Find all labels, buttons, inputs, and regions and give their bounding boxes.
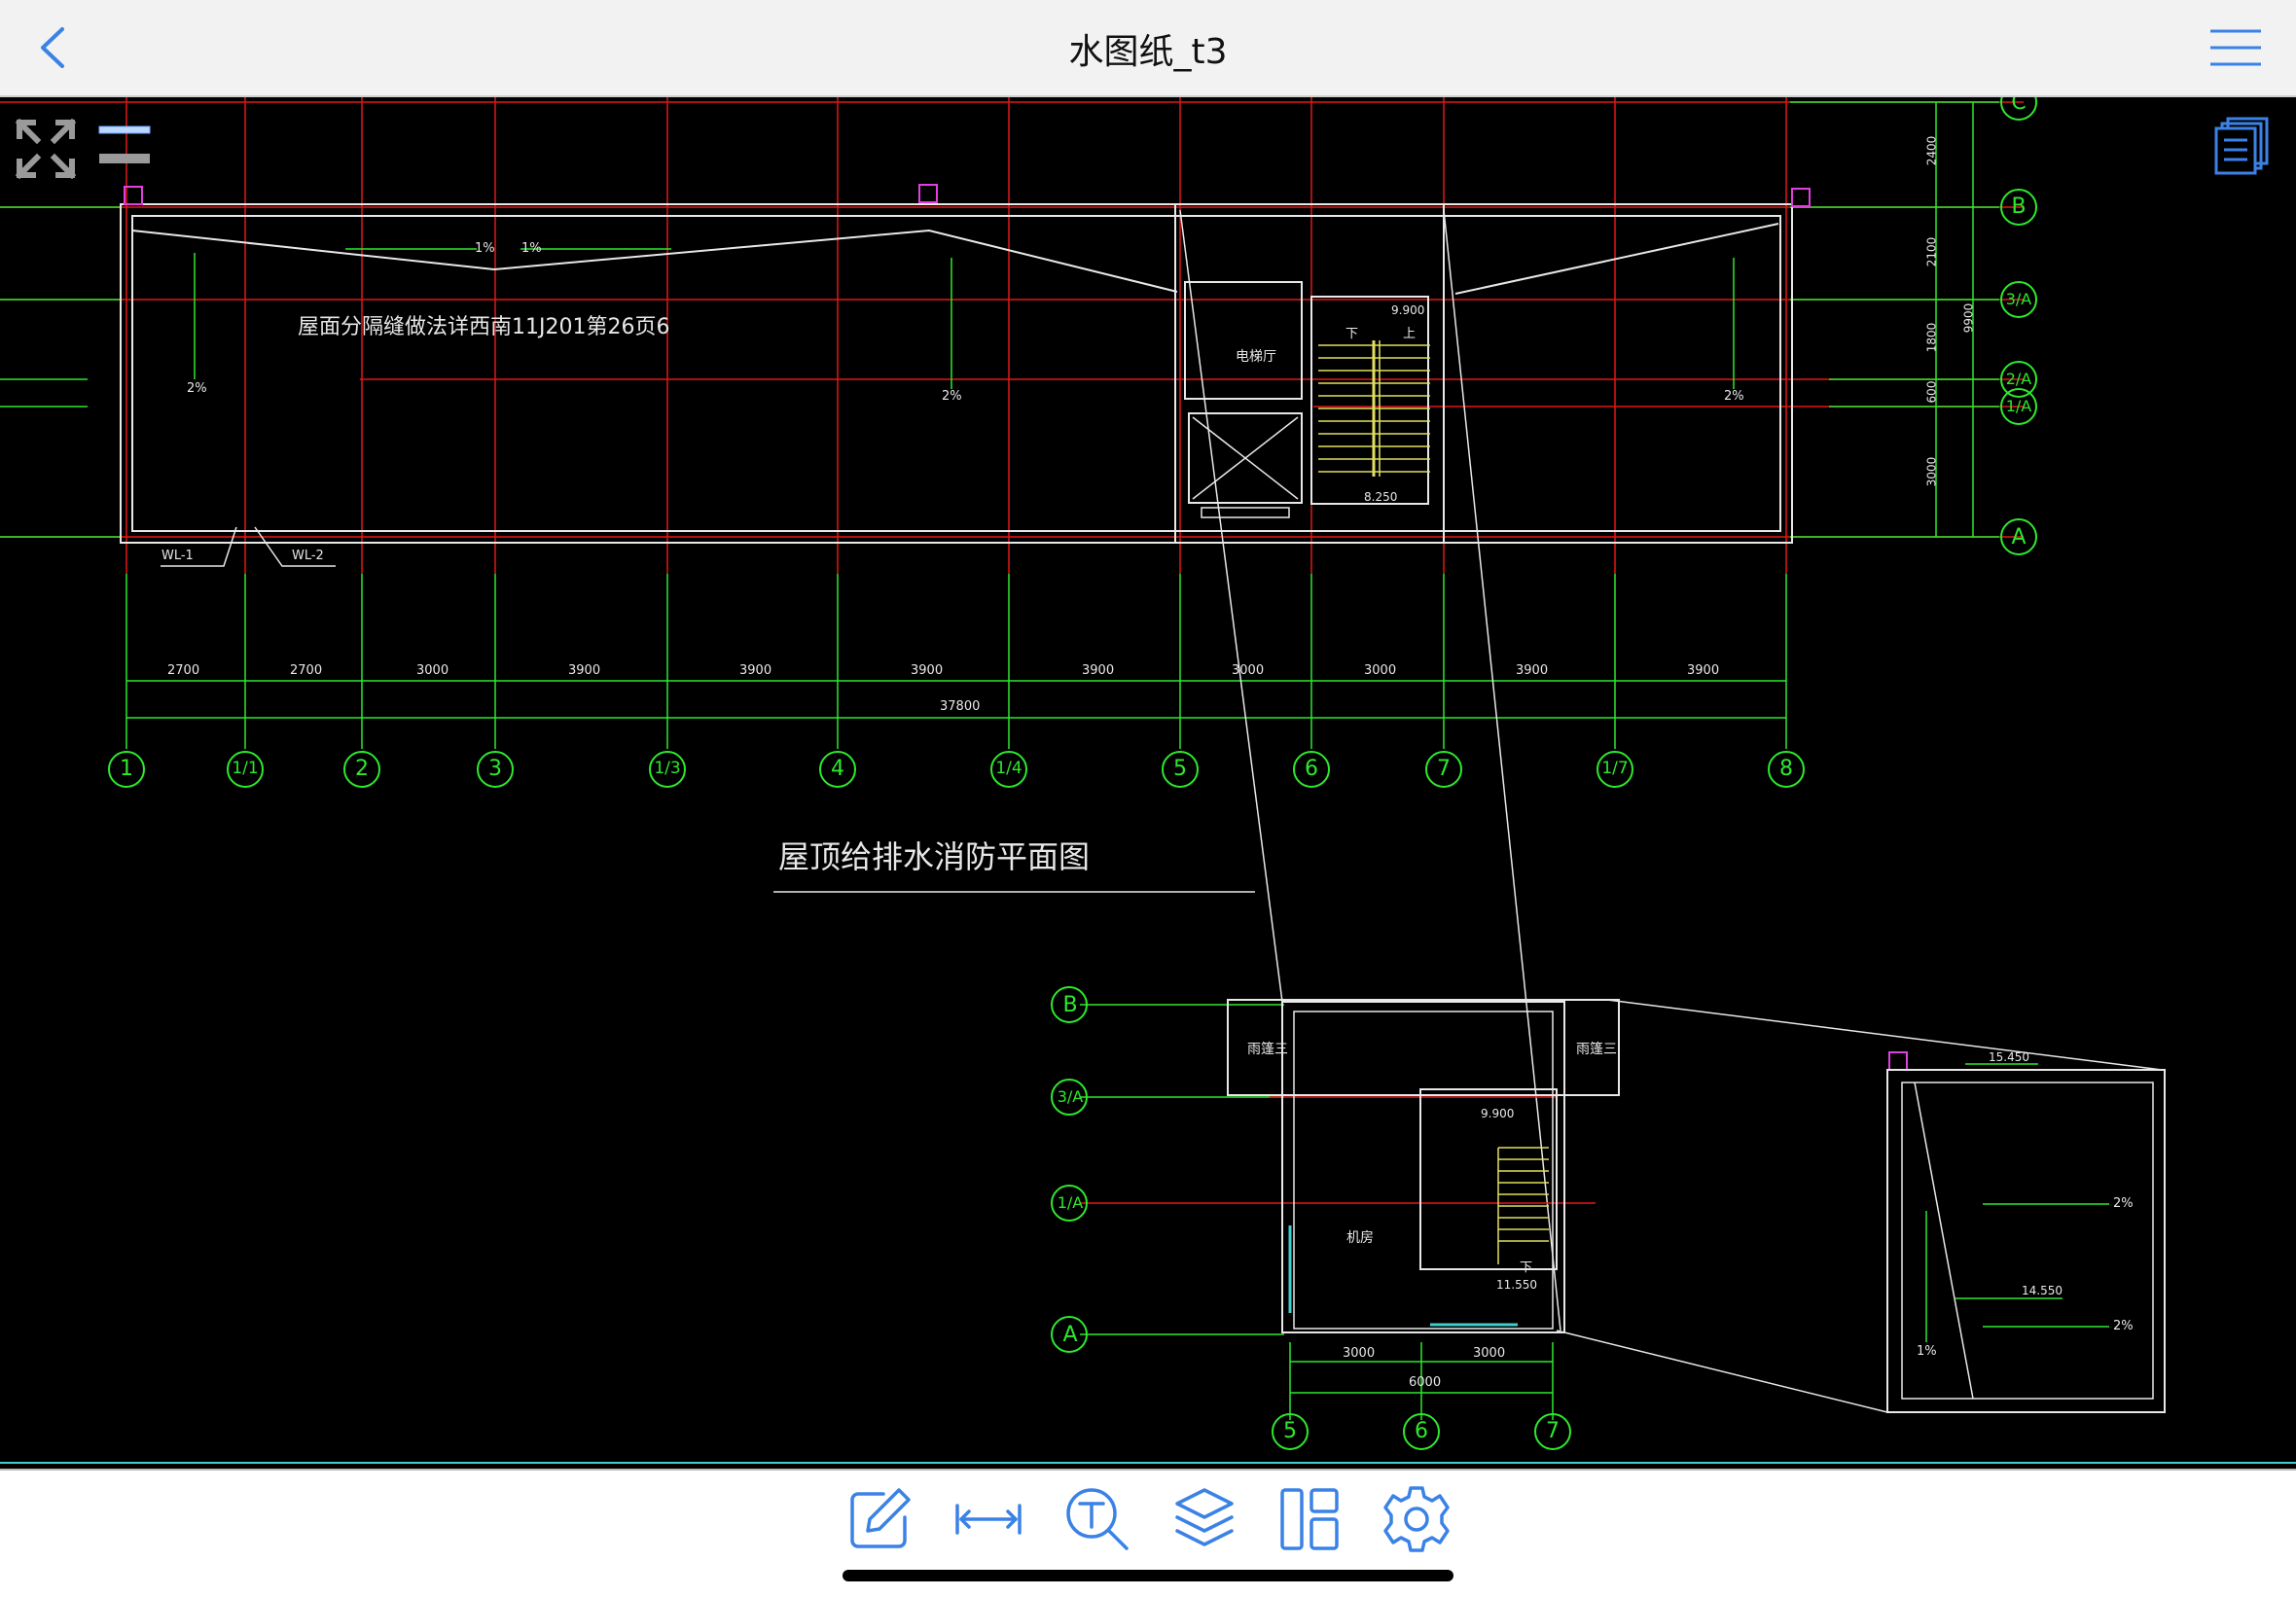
expand-arrows-icon[interactable] xyxy=(14,117,78,181)
axis-label: 1/4 xyxy=(995,759,1022,778)
roof-note: 屋面分隔缝做法详西南11J201第26页6 xyxy=(298,315,670,339)
layers-icon[interactable] xyxy=(1169,1484,1239,1554)
dim-total: 9900 xyxy=(1961,302,1976,334)
dim-total: 37800 xyxy=(940,699,981,714)
axis-label: 3/A xyxy=(2005,290,2032,308)
slope-label: 1% xyxy=(521,241,542,256)
dim-label: 3900 xyxy=(1516,663,1549,678)
dim-label: 3000 xyxy=(1924,456,1939,487)
dim-label: 1800 xyxy=(1924,322,1939,353)
text-search-icon[interactable] xyxy=(1062,1484,1132,1554)
axis-label: 3 xyxy=(488,757,502,781)
pipe-label: WL-1 xyxy=(161,549,194,563)
elevation-label: 11.550 xyxy=(1496,1278,1537,1292)
dim-label: 3000 xyxy=(1343,1346,1376,1361)
dim-label: 3000 xyxy=(1232,663,1265,678)
stair-label: 下 xyxy=(1345,327,1359,341)
documents-stack-icon[interactable] xyxy=(2212,115,2273,175)
axis-label: 1 xyxy=(120,757,133,781)
slope-label: 2% xyxy=(942,389,962,404)
axis-label: 1/7 xyxy=(1601,759,1629,778)
stair-label: 下 xyxy=(1520,1260,1533,1275)
home-indicator[interactable] xyxy=(843,1570,1453,1581)
axis-label: 6 xyxy=(1305,757,1318,781)
elevation-label: 9.900 xyxy=(1391,303,1425,317)
axis-label: 8 xyxy=(1779,757,1793,781)
dim-label: 2400 xyxy=(1924,135,1939,166)
axis-label: 4 xyxy=(831,757,844,781)
axis-label: 3/A xyxy=(1057,1087,1084,1106)
axis-label: A xyxy=(1062,1323,1078,1347)
drawing-labels: 屋面分隔缝做法详西南11J201第26页6 屋顶给排水消防平面图 1 1/1 2… xyxy=(0,97,2296,1443)
axis-label: 1/3 xyxy=(654,759,681,778)
edit-icon[interactable] xyxy=(844,1484,915,1554)
axis-label: 7 xyxy=(1546,1419,1560,1443)
settings-gear-icon[interactable] xyxy=(1381,1484,1452,1554)
stair-label: 上 xyxy=(1403,327,1417,341)
drawing-canvas[interactable]: 屋面分隔缝做法详西南11J201第26页6 屋顶给排水消防平面图 1 1/1 2… xyxy=(0,97,2296,1467)
axis-label: B xyxy=(1062,993,1078,1017)
axis-label: C xyxy=(2011,97,2027,115)
plan-title: 屋顶给排水消防平面图 xyxy=(778,838,1091,875)
axis-label: 7 xyxy=(1437,757,1451,781)
elevation-label: 8.250 xyxy=(1364,490,1398,504)
dim-label: 3900 xyxy=(739,663,772,678)
dim-label: 3000 xyxy=(1364,663,1397,678)
layout-icon[interactable] xyxy=(1274,1484,1345,1554)
dim-label: 3000 xyxy=(1473,1346,1506,1361)
top-bar: 水图纸_t3 xyxy=(0,0,2296,97)
elevation-label: 15.450 xyxy=(1989,1050,2029,1064)
room-label: 雨篷三 xyxy=(1576,1042,1617,1057)
pipe-label: WL-2 xyxy=(292,549,324,563)
axis-label: A xyxy=(2011,525,2027,550)
room-label: 电梯厅 xyxy=(1236,349,1276,365)
slope-label: 2% xyxy=(1724,389,1744,404)
slope-label: 2% xyxy=(2113,1319,2134,1333)
axis-label: 1/1 xyxy=(232,759,259,778)
dim-label: 2700 xyxy=(290,663,323,678)
room-label: 机房 xyxy=(1346,1230,1374,1246)
axis-label: 1/A xyxy=(2005,397,2032,415)
axis-label: 5 xyxy=(1283,1419,1297,1443)
axis-label: 2 xyxy=(355,757,369,781)
dim-label: 3900 xyxy=(568,663,601,678)
axis-label: B xyxy=(2011,195,2027,219)
dim-label: 3900 xyxy=(1082,663,1115,678)
dim-label: 3000 xyxy=(416,663,449,678)
hamburger-menu-icon[interactable] xyxy=(2208,25,2263,70)
dim-label: 3900 xyxy=(1687,663,1720,678)
dim-label: 600 xyxy=(1924,380,1939,404)
axis-label: 2/A xyxy=(2005,370,2032,388)
dim-label: 2700 xyxy=(167,663,200,678)
slope-label: 2% xyxy=(187,381,207,396)
slope-label: 1% xyxy=(1917,1344,1937,1359)
dim-label: 3900 xyxy=(911,663,944,678)
slope-label: 1% xyxy=(475,241,495,256)
room-label: 雨篷三 xyxy=(1247,1042,1288,1057)
two-bars-icon[interactable] xyxy=(97,121,152,169)
axis-label: 1/A xyxy=(1057,1193,1084,1212)
elevation-label: 14.550 xyxy=(2022,1284,2063,1297)
dim-label: 2100 xyxy=(1924,236,1939,267)
page-title: 水图纸_t3 xyxy=(1068,32,1228,72)
measure-icon[interactable] xyxy=(953,1484,1023,1554)
dim-total: 6000 xyxy=(1409,1375,1442,1390)
axis-label: 5 xyxy=(1173,757,1187,781)
axis-label: 6 xyxy=(1415,1419,1428,1443)
slope-label: 2% xyxy=(2113,1196,2134,1211)
elevation-label: 9.900 xyxy=(1481,1107,1515,1120)
